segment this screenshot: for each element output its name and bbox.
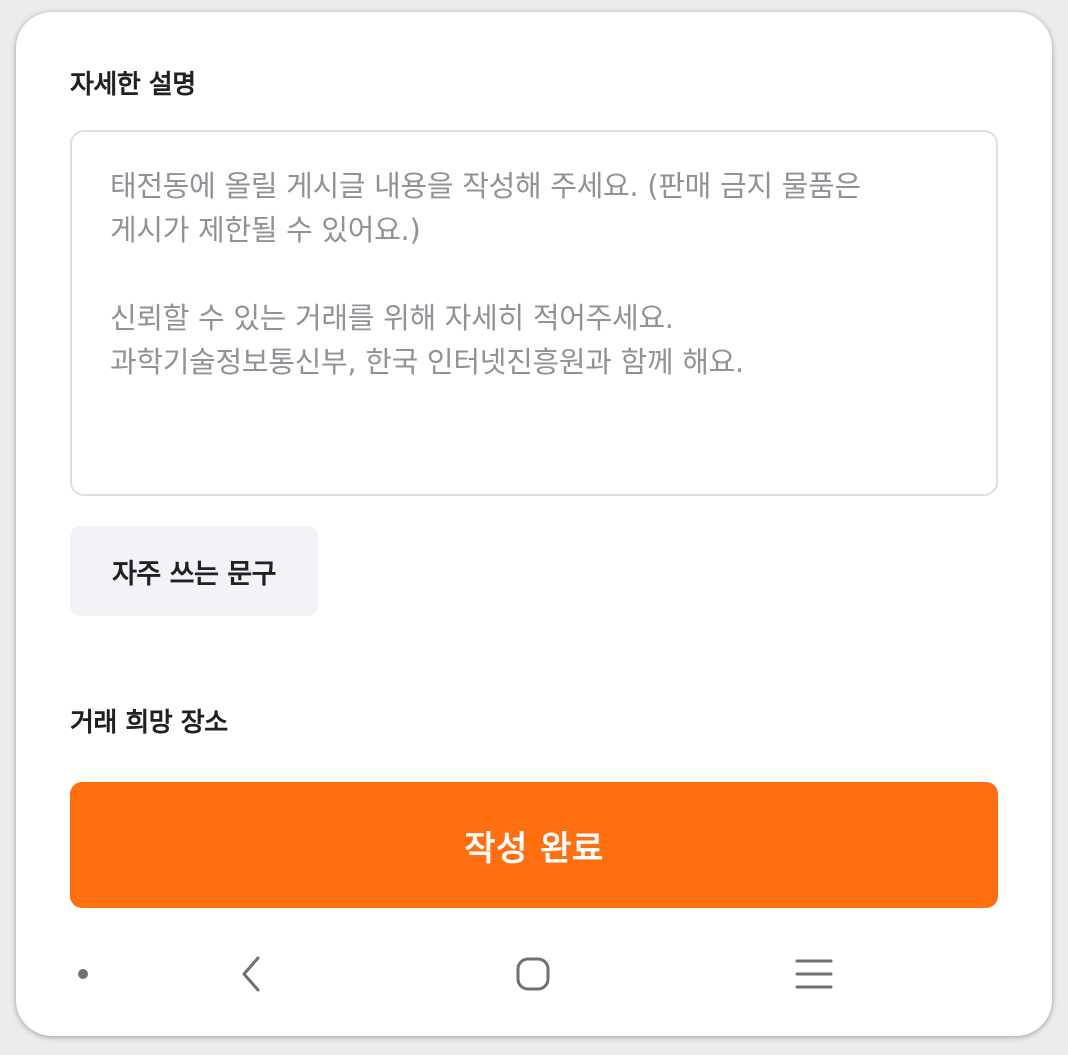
dot-indicator-icon bbox=[78, 969, 88, 979]
description-placeholder: 태전동에 올릴 게시글 내용을 작성해 주세요. (판매 금지 물품은 게시가 … bbox=[110, 164, 958, 384]
back-icon[interactable] bbox=[236, 954, 266, 998]
placeholder-line: 태전동에 올릴 게시글 내용을 작성해 주세요. (판매 금지 물품은 bbox=[110, 169, 861, 203]
frequent-phrases-button[interactable]: 자주 쓰는 문구 bbox=[70, 526, 318, 616]
placeholder-line: 게시가 제한될 수 있어요.) bbox=[110, 213, 421, 247]
description-label: 자세한 설명 bbox=[70, 70, 196, 100]
system-navigation-bar bbox=[16, 932, 1052, 1016]
placeholder-blank-line bbox=[110, 252, 958, 296]
placeholder-line: 과학기술정보통신부, 한국 인터넷진흥원과 함께 해요. bbox=[110, 345, 744, 379]
placeholder-line: 신뢰할 수 있는 거래를 위해 자세히 적어주세요. bbox=[110, 301, 674, 335]
screen: 자세한 설명 태전동에 올릴 게시글 내용을 작성해 주세요. (판매 금지 물… bbox=[16, 12, 1052, 1036]
description-textarea[interactable]: 태전동에 올릴 게시글 내용을 작성해 주세요. (판매 금지 물품은 게시가 … bbox=[70, 130, 998, 496]
submit-button[interactable]: 작성 완료 bbox=[70, 782, 998, 908]
home-icon[interactable] bbox=[513, 954, 553, 998]
recent-apps-icon[interactable] bbox=[794, 954, 834, 998]
place-label: 거래 희망 장소 bbox=[70, 708, 228, 738]
